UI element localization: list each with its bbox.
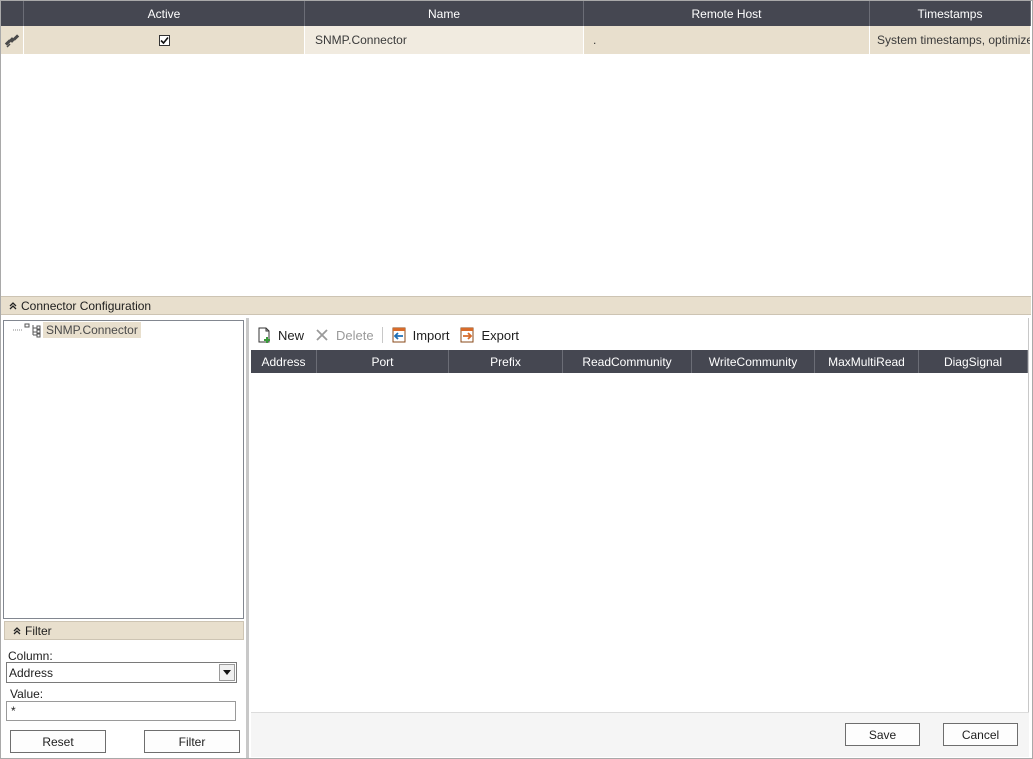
filter-button[interactable]: Filter bbox=[144, 730, 240, 753]
filter-title: Filter bbox=[25, 623, 52, 638]
connector-configuration-header[interactable]: Connector Configuration bbox=[1, 296, 1031, 315]
column-header-prefix[interactable]: Prefix bbox=[449, 350, 563, 373]
column-header-diag-signal[interactable]: DiagSignal bbox=[919, 350, 1028, 373]
column-header-write-community[interactable]: WriteCommunity bbox=[692, 350, 815, 373]
export-label: Export bbox=[481, 327, 520, 343]
import-icon bbox=[392, 327, 406, 343]
collapse-chevron-icon[interactable] bbox=[10, 624, 24, 638]
remote-host-cell[interactable]: . bbox=[584, 26, 870, 54]
tree-node-label[interactable]: SNMP.Connector bbox=[43, 322, 141, 338]
toolbar-separator bbox=[381, 327, 383, 343]
name-cell[interactable]: SNMP.Connector bbox=[305, 26, 584, 54]
cancel-button[interactable]: Cancel bbox=[943, 723, 1018, 746]
section-title: Connector Configuration bbox=[21, 298, 152, 313]
column-select[interactable]: Address bbox=[6, 662, 237, 683]
row-header-corner bbox=[1, 1, 24, 26]
active-cell[interactable] bbox=[24, 26, 305, 54]
vertical-splitter[interactable] bbox=[246, 318, 249, 758]
table-row-header[interactable] bbox=[1, 26, 24, 54]
detail-toolbar: New Delete Import Export bbox=[251, 323, 529, 347]
detail-grid-body[interactable] bbox=[251, 373, 1028, 712]
value-input[interactable]: * bbox=[6, 701, 236, 721]
new-document-icon bbox=[258, 327, 270, 343]
filter-header[interactable]: Filter bbox=[4, 621, 244, 640]
column-select-value: Address bbox=[9, 665, 54, 680]
import-label: Import bbox=[412, 327, 450, 343]
satellite-icon bbox=[4, 34, 20, 48]
delete-label: Delete bbox=[336, 327, 374, 343]
timestamps-cell[interactable]: System timestamps, optimize bbox=[870, 26, 1031, 54]
column-header-max-multi-read[interactable]: MaxMultiRead bbox=[815, 350, 919, 373]
import-button[interactable]: Import bbox=[391, 327, 450, 343]
tree-structure-icon bbox=[13, 323, 41, 338]
save-button[interactable]: Save bbox=[845, 723, 920, 746]
new-button[interactable]: New bbox=[256, 327, 304, 343]
active-checkbox[interactable] bbox=[158, 34, 170, 46]
dropdown-arrow-icon[interactable] bbox=[219, 664, 235, 681]
action-bar: Save Cancel bbox=[251, 712, 1029, 757]
column-header-active[interactable]: Active bbox=[24, 1, 305, 26]
reset-button[interactable]: Reset bbox=[10, 730, 106, 753]
column-header-remote-host[interactable]: Remote Host bbox=[584, 1, 870, 26]
column-header-read-community[interactable]: ReadCommunity bbox=[563, 350, 692, 373]
column-label: Column: bbox=[8, 649, 53, 663]
column-header-name[interactable]: Name bbox=[305, 1, 584, 26]
column-header-address[interactable]: Address bbox=[251, 350, 317, 373]
value-label: Value: bbox=[10, 687, 44, 701]
export-icon bbox=[460, 327, 474, 343]
connector-tree: SNMP.Connector bbox=[3, 320, 244, 619]
pane-border bbox=[1028, 318, 1029, 713]
checkmark-icon bbox=[159, 36, 169, 44]
delete-button[interactable]: Delete bbox=[314, 327, 374, 343]
tree-node-root[interactable]: SNMP.Connector bbox=[13, 322, 141, 338]
new-label: New bbox=[278, 327, 305, 343]
column-header-port[interactable]: Port bbox=[317, 350, 449, 373]
collapse-chevron-icon[interactable] bbox=[6, 299, 20, 313]
export-button[interactable]: Export bbox=[459, 327, 519, 343]
connector-grid: Active Name Remote Host Timestamps SNMP.… bbox=[1, 1, 1032, 295]
column-header-timestamps[interactable]: Timestamps bbox=[870, 1, 1031, 26]
delete-x-icon bbox=[316, 329, 328, 341]
